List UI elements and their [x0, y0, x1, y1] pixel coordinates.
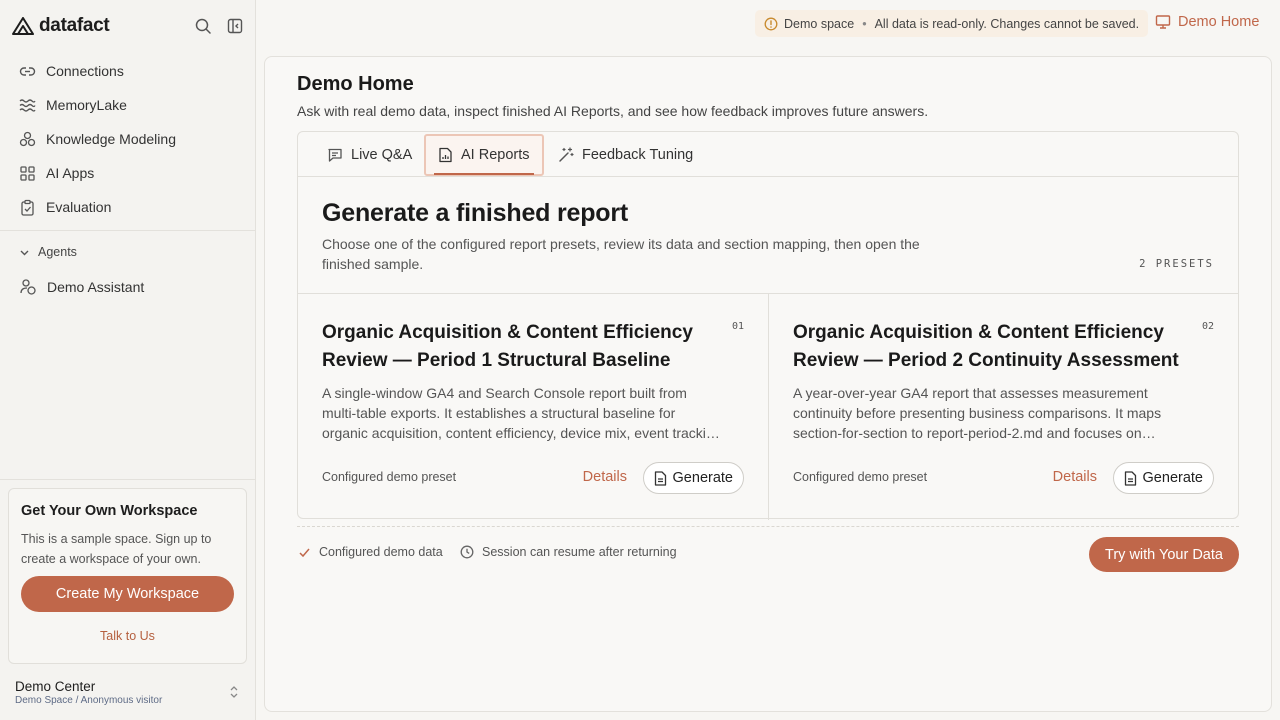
preset-title: Organic Acquisition & Content Efficiency… — [793, 322, 1179, 371]
demo-home-link[interactable]: Demo Home — [1155, 14, 1259, 30]
tab-label: Feedback Tuning — [582, 147, 694, 163]
sidebar-item-label: Knowledge Modeling — [46, 131, 176, 147]
footer-label: Configured demo data — [319, 545, 443, 559]
notice-separator: • — [862, 16, 867, 31]
preset-number: 01 — [731, 321, 744, 332]
demo-home-label: Demo Home — [1178, 14, 1260, 30]
check-icon — [298, 546, 311, 559]
details-link[interactable]: Details — [1053, 469, 1097, 485]
tab-ai-reports[interactable]: AI Reports — [424, 134, 544, 176]
info-icon — [764, 17, 778, 31]
tab-label: Live Q&A — [351, 147, 413, 163]
clipboard-check-icon — [19, 199, 36, 216]
tab-label: AI Reports — [461, 147, 530, 163]
sidebar-item-evaluation[interactable]: Evaluation — [0, 190, 255, 224]
datafact-logo-icon — [12, 17, 34, 35]
sidebar-item-label: AI Apps — [46, 165, 95, 181]
sidebar-item-memorylake[interactable]: MemoryLake — [0, 88, 255, 122]
footer-label: Session can resume after returning — [482, 545, 677, 559]
details-link[interactable]: Details — [583, 469, 627, 485]
account-switcher[interactable]: Demo Center Demo Space / Anonymous visit… — [15, 679, 245, 706]
app-name: datafact — [39, 15, 110, 36]
grid-icon — [19, 165, 36, 182]
chat-icon — [327, 147, 343, 163]
sidebar-item-label: MemoryLake — [46, 97, 127, 113]
sidebar-divider — [0, 230, 255, 231]
page-title: Demo Home — [297, 73, 414, 95]
chevron-up-down-icon — [229, 685, 239, 699]
page-subtitle: Ask with real demo data, inspect finishe… — [297, 103, 929, 119]
try-with-your-data-button[interactable]: Try with Your Data — [1089, 537, 1239, 572]
preset-footer: Configured demo preset — [322, 470, 457, 484]
notice-text: All data is read-only. Changes cannot be… — [874, 16, 1140, 31]
preset-list: 01 Organic Acquisition & Content Efficie… — [298, 293, 1238, 520]
sidebar-item-label: Connections — [46, 63, 124, 79]
promo-title: Get Your Own Workspace — [21, 503, 198, 519]
clock-icon — [460, 545, 474, 559]
talk-to-us-link[interactable]: Talk to Us — [9, 629, 246, 643]
sidebar-item-connections[interactable]: Connections — [0, 54, 255, 88]
footer-divider — [297, 526, 1239, 527]
generate-label: Generate — [1142, 470, 1203, 486]
generate-label: Generate — [672, 470, 733, 486]
document-icon — [654, 470, 667, 486]
footer-configured-data: Configured demo data — [298, 545, 443, 559]
preset-footer: Configured demo preset — [793, 470, 928, 484]
document-icon — [1124, 470, 1137, 486]
demo-panel: Live Q&A AI Reports Feedback Tuning Gene… — [297, 131, 1239, 520]
agents-section-toggle[interactable]: Agents — [19, 245, 77, 259]
sidebar-item-label: Evaluation — [46, 199, 112, 215]
demo-notice: Demo space • All data is read-only. Chan… — [755, 10, 1149, 37]
agent-icon — [19, 278, 37, 296]
generate-button[interactable]: Generate — [642, 462, 744, 494]
generate-title: Generate a finished report — [322, 199, 628, 227]
workspace-promo: Get Your Own Workspace This is a sample … — [8, 488, 247, 664]
preset-title: Organic Acquisition & Content Efficiency… — [322, 322, 693, 371]
notice-label: Demo space — [784, 16, 855, 31]
agents-label: Agents — [38, 245, 77, 259]
tab-bar: Live Q&A AI Reports Feedback Tuning — [298, 132, 1238, 177]
search-icon[interactable] — [193, 16, 213, 36]
create-workspace-button[interactable]: Create My Workspace — [21, 576, 234, 612]
chevron-down-icon — [19, 247, 30, 258]
tab-live-qa[interactable]: Live Q&A — [315, 134, 424, 176]
preset-number: 02 — [1201, 321, 1214, 332]
promo-text: This is a sample space. Sign up to creat… — [21, 532, 212, 566]
preset-description: A year-over-year GA4 report that assesse… — [793, 385, 1162, 441]
agent-demo-assistant[interactable]: Demo Assistant — [19, 278, 144, 296]
sidebar: datafact Connections MemoryLake Knowledg… — [0, 0, 256, 720]
main-card: Demo Home Ask with real demo data, inspe… — [264, 56, 1272, 712]
tab-feedback-tuning[interactable]: Feedback Tuning — [546, 134, 705, 176]
account-name: Demo Center — [15, 679, 96, 694]
generate-description: Choose one of the configured report pres… — [322, 236, 920, 272]
link-icon — [19, 63, 36, 80]
preset-description: A single-window GA4 and Search Console r… — [322, 385, 722, 441]
sidebar-item-knowledge-modeling[interactable]: Knowledge Modeling — [0, 122, 255, 156]
sidebar-nav: Connections MemoryLake Knowledge Modelin… — [0, 54, 255, 224]
magic-wand-icon — [558, 147, 574, 163]
waves-icon — [19, 97, 36, 114]
logo[interactable]: datafact — [12, 15, 110, 37]
generate-button[interactable]: Generate — [1112, 462, 1214, 494]
presets-count: 2 PRESETS — [1139, 258, 1214, 270]
account-sub: Demo Space / Anonymous visitor — [15, 695, 163, 706]
agent-label: Demo Assistant — [47, 279, 145, 295]
preset-card: 02 Organic Acquisition & Content Efficie… — [768, 294, 1238, 520]
collapse-sidebar-icon[interactable] — [225, 16, 245, 36]
cluster-icon — [19, 131, 36, 148]
monitor-icon — [1155, 14, 1171, 30]
report-icon — [438, 147, 453, 163]
sidebar-divider — [0, 479, 255, 480]
sidebar-item-ai-apps[interactable]: AI Apps — [0, 156, 255, 190]
preset-card: 01 Organic Acquisition & Content Efficie… — [298, 294, 768, 520]
footer-session-resume: Session can resume after returning — [460, 545, 677, 559]
